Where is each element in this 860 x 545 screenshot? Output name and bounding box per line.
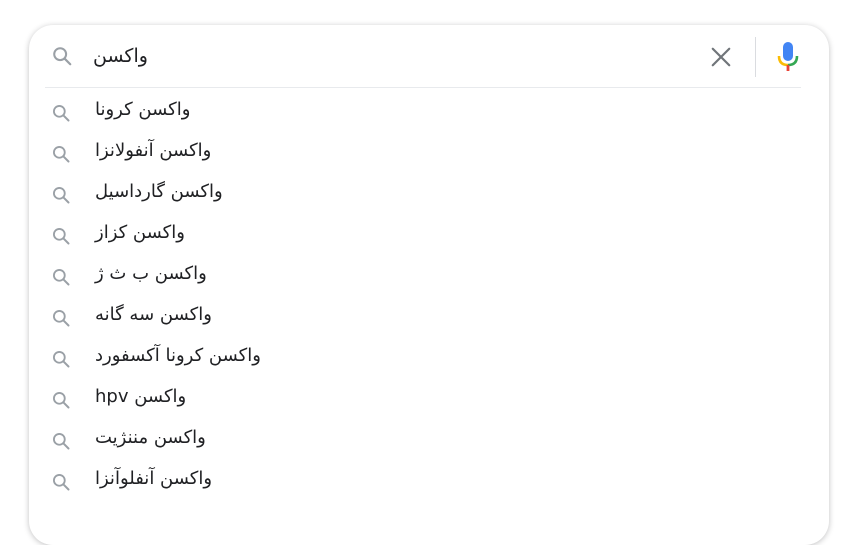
separator — [45, 87, 801, 88]
close-icon — [710, 46, 732, 68]
suggestion-item[interactable]: واکسن ب ث ژ — [29, 256, 829, 297]
suggestion-item[interactable]: واکسن گارداسیل — [29, 174, 829, 215]
search-icon — [51, 267, 71, 287]
search-icon — [51, 308, 71, 328]
search-icon — [51, 431, 71, 451]
suggestion-label: واکسن گارداسیل — [95, 181, 223, 202]
search-icon — [51, 226, 71, 246]
clear-button[interactable] — [706, 42, 736, 72]
voice-search-button[interactable] — [773, 41, 803, 73]
search-input[interactable] — [93, 39, 673, 73]
microphone-icon — [776, 41, 800, 73]
suggestion-label: واکسن ب ث ژ — [95, 263, 207, 284]
suggestion-item[interactable]: واکسن کزاز — [29, 215, 829, 256]
suggestion-label: واکسن کزاز — [95, 222, 185, 243]
search-icon — [51, 185, 71, 205]
suggestion-label: واکسن سه گانه — [95, 304, 212, 325]
suggestion-label: واکسن آنفلوآنزا — [95, 468, 213, 489]
search-icon — [51, 103, 71, 123]
suggestion-item[interactable]: واکسن آنفلوآنزا — [29, 461, 829, 502]
search-icon — [51, 390, 71, 410]
suggestion-item[interactable]: واکسن hpv — [29, 379, 829, 420]
suggestion-list: واکسن کرونا واکسن آنفولانزا واکسن گارداسیل… — [29, 92, 829, 502]
search-icon — [51, 472, 71, 492]
suggestion-item[interactable]: واکسن سه گانه — [29, 297, 829, 338]
suggestion-label: واکسن آنفولانزا — [95, 140, 212, 161]
search-dropdown: واکسن کرونا واکسن آنفولانزا واکسن گارداسیل… — [29, 25, 829, 545]
suggestion-label: واکسن کرونا — [95, 99, 191, 120]
search-bar — [29, 25, 829, 87]
search-icon — [51, 349, 71, 369]
search-icon — [51, 45, 73, 67]
suggestion-item[interactable]: واکسن مننژیت — [29, 420, 829, 461]
suggestion-item[interactable]: واکسن کرونا آکسفورد — [29, 338, 829, 379]
suggestion-label: واکسن مننژیت — [95, 427, 206, 448]
suggestion-item[interactable]: واکسن کرونا — [29, 92, 829, 133]
search-icon — [51, 144, 71, 164]
suggestion-item[interactable]: واکسن آنفولانزا — [29, 133, 829, 174]
divider — [755, 37, 756, 77]
suggestion-label: واکسن کرونا آکسفورد — [95, 345, 261, 366]
suggestion-label: واکسن hpv — [95, 386, 187, 407]
